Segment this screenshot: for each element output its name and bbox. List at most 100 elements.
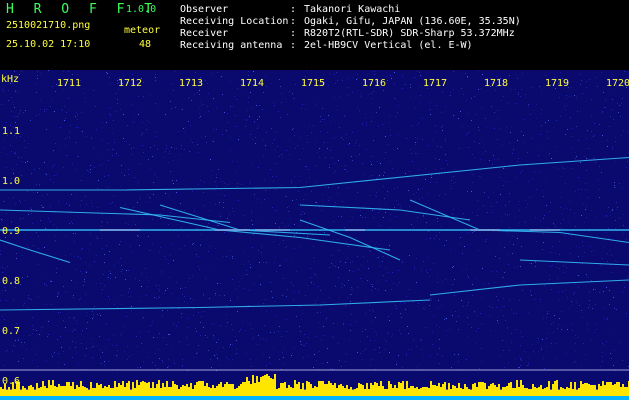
level-bar xyxy=(398,382,400,396)
observer-sep: : xyxy=(290,4,297,15)
antenna-sep: : xyxy=(290,40,297,51)
level-bar xyxy=(20,390,22,396)
level-bar xyxy=(188,387,190,396)
level-bar xyxy=(420,388,422,396)
level-bar xyxy=(156,384,158,396)
level-bar xyxy=(136,380,138,396)
level-bar xyxy=(396,388,398,396)
level-bar xyxy=(478,382,480,396)
level-bar xyxy=(184,386,186,396)
level-bar xyxy=(294,380,296,396)
level-bar xyxy=(350,387,352,396)
level-bar xyxy=(38,388,40,396)
y-tick-label: 0.8 xyxy=(2,276,20,287)
level-bar xyxy=(144,382,146,396)
level-bar xyxy=(568,388,570,396)
level-bar xyxy=(258,382,260,396)
level-bar xyxy=(282,383,284,396)
level-bar xyxy=(268,376,270,396)
level-bar xyxy=(402,381,404,396)
level-bar xyxy=(254,383,256,396)
level-bar xyxy=(290,387,292,396)
level-bar xyxy=(594,385,596,396)
level-bar xyxy=(320,381,322,396)
level-bar xyxy=(560,387,562,396)
level-bar xyxy=(492,383,494,396)
level-bar xyxy=(180,387,182,396)
level-bar xyxy=(468,389,470,396)
level-bar xyxy=(284,382,286,396)
level-bar xyxy=(558,390,560,396)
app-version: 1.0.0 xyxy=(126,4,157,15)
level-bar xyxy=(514,388,516,396)
level-bar xyxy=(524,388,526,396)
level-bar xyxy=(166,381,168,396)
level-bar xyxy=(490,384,492,396)
level-bar xyxy=(100,384,102,396)
level-bar xyxy=(84,387,86,396)
level-bar xyxy=(598,384,600,396)
level-bar xyxy=(620,387,622,396)
level-bar xyxy=(26,390,28,396)
level-bar xyxy=(480,382,482,396)
level-bar xyxy=(218,384,220,396)
y-tick-label: 0.7 xyxy=(2,326,20,337)
level-bar xyxy=(482,382,484,396)
level-bar xyxy=(200,381,202,396)
level-bar xyxy=(556,380,558,396)
x-tick-label: 1711 xyxy=(57,78,81,89)
level-bar xyxy=(92,388,94,396)
level-bar xyxy=(176,385,178,396)
y-tick-label: 1.1 xyxy=(2,126,20,137)
level-bar xyxy=(506,386,508,396)
level-bar xyxy=(50,385,52,396)
level-bar xyxy=(344,388,346,396)
level-bar xyxy=(474,383,476,396)
level-bar xyxy=(446,390,448,396)
level-bar xyxy=(220,382,222,396)
level-bar xyxy=(590,385,592,396)
level-bar xyxy=(538,387,540,396)
level-bar xyxy=(34,390,36,396)
level-bar xyxy=(470,390,472,396)
level-bar xyxy=(432,385,434,396)
level-bar xyxy=(274,374,276,396)
level-bar xyxy=(190,383,192,396)
level-bar xyxy=(512,388,514,396)
level-bar xyxy=(158,380,160,396)
level-bar xyxy=(36,383,38,396)
level-bar xyxy=(508,383,510,396)
level-bar xyxy=(146,383,148,396)
level-bar xyxy=(550,390,552,396)
level-bar xyxy=(498,384,500,396)
level-bar xyxy=(160,388,162,396)
level-bar xyxy=(150,388,152,396)
level-bar xyxy=(154,388,156,396)
level-bar xyxy=(306,381,308,396)
level-bar xyxy=(186,384,188,396)
level-bar xyxy=(608,382,610,396)
level-bar xyxy=(198,381,200,396)
level-bar xyxy=(384,389,386,396)
level-bar xyxy=(486,389,488,396)
level-bar xyxy=(318,381,320,396)
y-tick-label: 0.6 xyxy=(2,376,20,387)
level-bar xyxy=(280,383,282,396)
level-bar xyxy=(360,384,362,396)
level-bar xyxy=(426,387,428,396)
level-bar xyxy=(48,380,50,396)
level-bar xyxy=(236,388,238,396)
level-bar xyxy=(430,381,432,396)
level-bar xyxy=(182,385,184,396)
level-bar xyxy=(322,381,324,396)
level-bar xyxy=(252,375,254,396)
level-bar xyxy=(138,385,140,396)
antenna-label: Receiving antenna xyxy=(180,40,283,51)
level-bar xyxy=(304,390,306,396)
level-bar xyxy=(476,387,478,396)
observer-label: Observer xyxy=(180,4,229,15)
level-bar xyxy=(118,383,120,396)
level-bar xyxy=(128,381,130,396)
spectrogram-background xyxy=(0,70,629,400)
level-bar xyxy=(604,385,606,396)
